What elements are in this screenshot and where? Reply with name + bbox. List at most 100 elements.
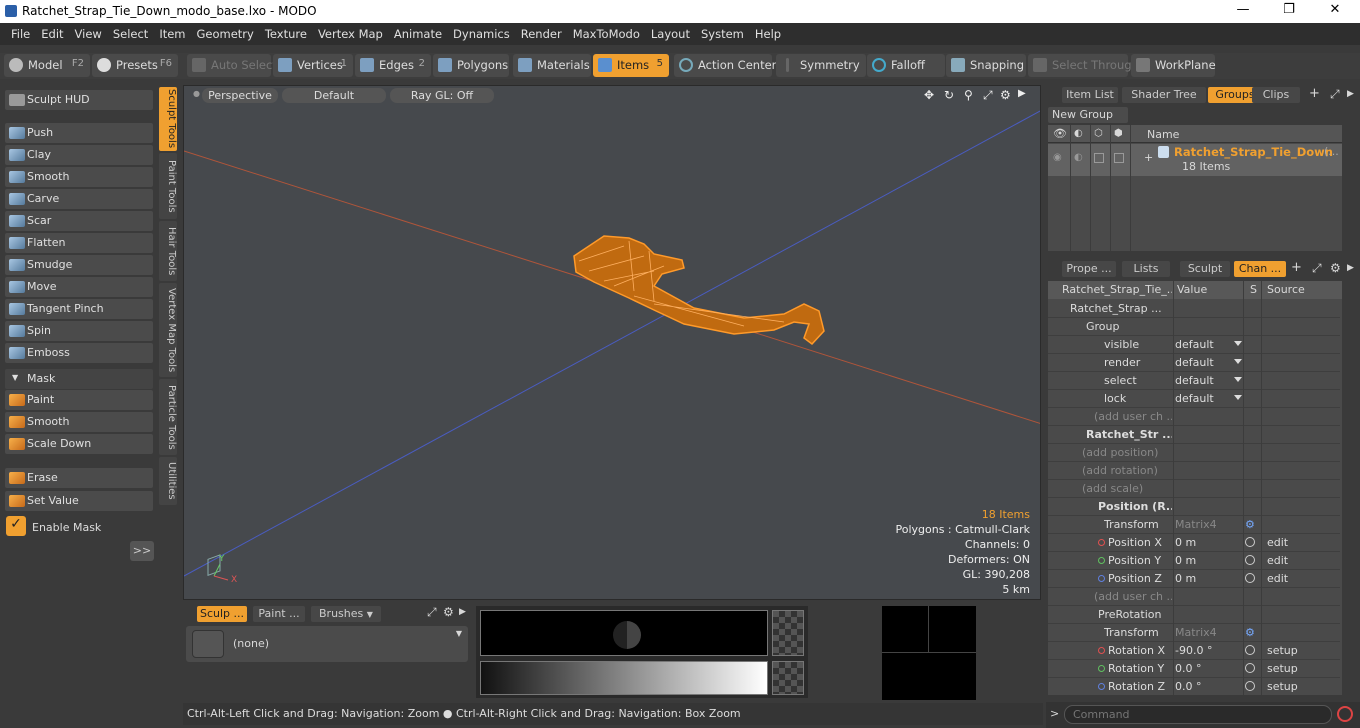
mask-tool-smooth[interactable]: Smooth: [5, 412, 153, 432]
menu-edit[interactable]: Edit: [41, 23, 63, 41]
channel-value[interactable]: 0 m: [1175, 554, 1235, 567]
channel-row[interactable]: select default: [1048, 372, 1340, 390]
menu-dynamics[interactable]: Dynamics: [453, 23, 510, 41]
channel-value[interactable]: default: [1175, 374, 1235, 387]
presets-button[interactable]: Presets F6: [92, 54, 178, 77]
minimize-button[interactable]: —: [1228, 2, 1258, 17]
channel-value[interactable]: default: [1175, 338, 1235, 351]
tab-sculpt[interactable]: Sculp ...: [197, 606, 247, 622]
sculpt-tool-carve[interactable]: Carve: [5, 189, 153, 209]
channel-row[interactable]: lock default: [1048, 390, 1340, 408]
source-toggle[interactable]: [1245, 555, 1255, 565]
action-center-button[interactable]: Action Center: [674, 54, 776, 77]
dropdown-arrow-icon[interactable]: [1234, 395, 1242, 400]
menu-animate[interactable]: Animate: [394, 23, 442, 41]
channel-row[interactable]: (add scale): [1048, 480, 1340, 498]
menu-view[interactable]: View: [75, 23, 102, 41]
menu-geometry[interactable]: Geometry: [197, 23, 254, 41]
menu-item[interactable]: Item: [159, 23, 185, 41]
channel-row[interactable]: Rotation X -90.0 ° setup: [1048, 642, 1340, 660]
channel-value[interactable]: default: [1175, 392, 1235, 405]
channel-row[interactable]: Ratchet_Strap ...: [1048, 300, 1340, 318]
channel-row[interactable]: (add rotation): [1048, 462, 1340, 480]
stencil-preview[interactable]: [480, 610, 768, 656]
menu-layout[interactable]: Layout: [651, 23, 690, 41]
select-through-button[interactable]: Select Through: [1028, 54, 1139, 77]
sculpt-tool-smudge[interactable]: Smudge: [5, 255, 153, 275]
shading-default-button[interactable]: Default: [282, 88, 386, 103]
tab-clips[interactable]: Clips: [1252, 87, 1300, 103]
mask-tool-scale-down[interactable]: Scale Down: [5, 434, 153, 454]
groups-maximize-icon[interactable]: ⤢: [1330, 87, 1340, 102]
set-value-button[interactable]: Set Value: [5, 491, 153, 511]
erase-button[interactable]: Erase: [5, 468, 153, 488]
vertices-button[interactable]: Vertices 1: [273, 54, 353, 77]
sculpt-tool-flatten[interactable]: Flatten: [5, 233, 153, 253]
tab-item-list[interactable]: Item List: [1062, 87, 1118, 103]
channels-expand-icon[interactable]: ▶: [1347, 263, 1354, 273]
channel-row[interactable]: Position (R...: [1048, 498, 1340, 516]
sculpt-tool-scar[interactable]: Scar: [5, 211, 153, 231]
pan-icon[interactable]: ✥: [924, 88, 934, 102]
channel-row[interactable]: Rotation Z 0.0 ° setup: [1048, 678, 1340, 695]
enable-mask-checkbox[interactable]: ✓: [6, 516, 26, 536]
sculpt-hud-button[interactable]: Sculpt HUD: [5, 90, 153, 110]
dropdown-arrow-icon[interactable]: [1234, 377, 1242, 382]
vtab-vertex-map-tools[interactable]: Vertex Map Tools: [159, 283, 177, 377]
matrix-gear-icon[interactable]: ⚙: [1245, 518, 1255, 531]
sculpt-tool-spin[interactable]: Spin: [5, 321, 153, 341]
sculpt-tool-emboss[interactable]: Emboss: [5, 343, 153, 363]
channel-row[interactable]: Position X0 m edit: [1048, 534, 1340, 552]
channel-value[interactable]: Matrix4: [1175, 626, 1235, 639]
row-lock-box[interactable]: [1094, 153, 1104, 163]
sculpt-tool-push[interactable]: Push: [5, 123, 153, 143]
menu-help[interactable]: Help: [755, 23, 781, 41]
channel-tab-1[interactable]: Lists: [1122, 261, 1170, 277]
sculpt-tool-move[interactable]: Move: [5, 277, 153, 297]
source-toggle[interactable]: [1245, 645, 1255, 655]
source-toggle[interactable]: [1245, 663, 1255, 673]
channel-row[interactable]: Position Z0 m edit: [1048, 570, 1340, 588]
channel-value[interactable]: 0.0 °: [1175, 680, 1235, 693]
channel-value[interactable]: -90.0 °: [1175, 644, 1235, 657]
vtab-utilities[interactable]: Utilities: [159, 457, 177, 505]
matrix-gear-icon[interactable]: ⚙: [1245, 626, 1255, 639]
channel-tab-2[interactable]: Sculpt: [1180, 261, 1230, 277]
vtab-hair-tools[interactable]: Hair Tools: [159, 221, 177, 281]
channel-row[interactable]: Transform Matrix4 ⚙: [1048, 624, 1340, 642]
tab-shader-tree[interactable]: Shader Tree: [1122, 87, 1206, 103]
source-toggle[interactable]: [1245, 681, 1255, 691]
channel-value[interactable]: 0.0 °: [1175, 662, 1235, 675]
gradient-preview[interactable]: [480, 661, 768, 695]
row-render-icon[interactable]: ◐: [1074, 152, 1083, 163]
menu-vertex-map[interactable]: Vertex Map: [318, 23, 383, 41]
vtab-sculpt-tools[interactable]: Sculpt Tools: [159, 87, 177, 151]
channel-tab-0[interactable]: Prope ...: [1062, 261, 1116, 277]
channel-row[interactable]: Transform Matrix4 ⚙: [1048, 516, 1340, 534]
channels-gear-icon[interactable]: ⚙: [1330, 261, 1341, 275]
groups-expand-icon[interactable]: ▶: [1347, 89, 1354, 99]
channel-row[interactable]: (add user ch ...: [1048, 408, 1340, 426]
source-toggle[interactable]: [1245, 573, 1255, 583]
menu-render[interactable]: Render: [521, 23, 562, 41]
record-icon[interactable]: [1337, 706, 1353, 722]
more-button[interactable]: >>: [130, 541, 154, 561]
brush-preset-selector[interactable]: (none) ▼: [186, 626, 468, 662]
maximize-button[interactable]: ❐: [1274, 2, 1304, 17]
sculpt-tool-smooth[interactable]: Smooth: [5, 167, 153, 187]
channel-row[interactable]: Ratchet_Str ...: [1048, 426, 1340, 444]
channel-row[interactable]: Position Y0 m edit: [1048, 552, 1340, 570]
sculpt-tool-tangent-pinch[interactable]: Tangent Pinch: [5, 299, 153, 319]
maximize-panel-icon[interactable]: ⤢: [427, 605, 437, 620]
command-input[interactable]: [1064, 705, 1332, 724]
raygl-button[interactable]: Ray GL: Off: [390, 88, 494, 103]
auto-select-button[interactable]: Auto Select: [187, 54, 277, 77]
workplane-button[interactable]: WorkPlane: [1131, 54, 1216, 77]
rotate-icon[interactable]: ↻: [944, 88, 954, 102]
falloff-button[interactable]: Falloff: [867, 54, 945, 77]
row-select-box[interactable]: [1114, 153, 1124, 163]
channels-maximize-icon[interactable]: ⤢: [1312, 261, 1322, 276]
viewport-menu-icon[interactable]: ●: [193, 89, 200, 98]
new-group-button[interactable]: New Group: [1048, 107, 1128, 123]
dropdown-arrow-icon[interactable]: [1234, 341, 1242, 346]
